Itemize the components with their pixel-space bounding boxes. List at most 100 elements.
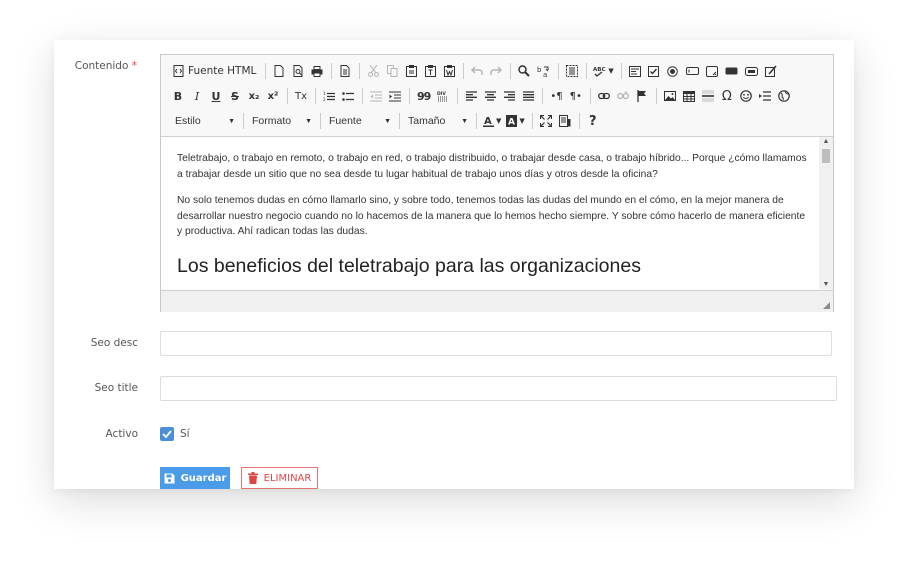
replace-button[interactable]: ba xyxy=(534,61,553,81)
delete-button[interactable]: ELIMINAR xyxy=(241,467,318,489)
scroll-up-icon[interactable]: ▲ xyxy=(819,138,833,145)
button-icon xyxy=(744,66,758,76)
toolbar-separator xyxy=(457,88,459,104)
cut-button[interactable] xyxy=(364,61,382,81)
strike-button[interactable]: S xyxy=(226,86,244,106)
anchor-button[interactable] xyxy=(633,86,651,106)
save-icon xyxy=(164,473,175,483)
svg-text:a: a xyxy=(543,71,547,77)
editor-content[interactable]: Teletrabajo, o trabajo en remoto, o trab… xyxy=(161,137,819,289)
justify-button[interactable] xyxy=(519,86,537,106)
print-button[interactable] xyxy=(308,61,326,81)
show-blocks-button[interactable] xyxy=(556,111,574,131)
textfield-button[interactable] xyxy=(683,61,702,81)
seo-title-label: Seo title xyxy=(94,382,138,394)
find-button[interactable] xyxy=(515,61,533,81)
new-page-icon xyxy=(274,65,284,77)
image-button[interactable] xyxy=(661,86,679,106)
chevron-down-icon: ▼ xyxy=(608,67,614,75)
save-button[interactable]: Guardar xyxy=(160,467,230,489)
spellcheck-icon: ABC xyxy=(593,67,606,77)
svg-text:1: 1 xyxy=(323,91,326,96)
smiley-button[interactable] xyxy=(737,86,755,106)
undo-button[interactable] xyxy=(468,61,486,81)
div-icon: DIV xyxy=(437,91,449,102)
editor-scrollbar[interactable]: ▲ ▼ xyxy=(819,137,833,289)
bulleted-list-button[interactable] xyxy=(339,86,357,106)
copy-button[interactable] xyxy=(383,61,401,81)
font-combo[interactable]: Fuente ▼ xyxy=(323,112,395,130)
special-char-button[interactable]: Ω xyxy=(718,86,736,106)
scrollbar-thumb[interactable] xyxy=(822,149,830,163)
underline-button[interactable]: U xyxy=(207,86,225,106)
preview-button[interactable] xyxy=(289,61,307,81)
select-button[interactable] xyxy=(722,61,741,81)
contenido-label: Contenido * xyxy=(74,60,137,72)
checkbox-button[interactable] xyxy=(645,61,663,81)
maximize-button[interactable] xyxy=(537,111,555,131)
unlink-button[interactable] xyxy=(614,86,632,106)
chevron-down-icon: ▼ xyxy=(305,117,312,125)
style-combo[interactable]: Estilo ▼ xyxy=(169,112,239,130)
source-html-button[interactable]: Fuente HTML xyxy=(169,61,260,81)
text-color-button[interactable]: A ▼ xyxy=(481,111,503,131)
activo-checkbox-label[interactable]: Sí xyxy=(180,428,190,440)
superscript-button[interactable]: x² xyxy=(264,86,282,106)
paste-word-button[interactable] xyxy=(440,61,458,81)
form-button[interactable] xyxy=(626,61,644,81)
textarea-button[interactable] xyxy=(703,61,721,81)
text-color-icon: A xyxy=(483,116,494,127)
maximize-icon xyxy=(539,115,552,127)
search-icon xyxy=(518,65,531,77)
toolbar-separator xyxy=(399,113,400,129)
ltr-icon: •¶ xyxy=(550,90,563,102)
scroll-down-icon[interactable]: ▼ xyxy=(819,281,833,288)
align-right-button[interactable] xyxy=(500,86,518,106)
spellcheck-button[interactable]: ABC ▼ xyxy=(591,61,615,81)
table-button[interactable] xyxy=(680,86,698,106)
remove-format-button[interactable]: Tx xyxy=(292,86,310,106)
help-button[interactable]: ? xyxy=(584,111,602,131)
bulleted-list-icon xyxy=(342,91,355,101)
radio-button-tool[interactable] xyxy=(664,61,682,81)
align-left-button[interactable] xyxy=(462,86,480,106)
align-center-button[interactable] xyxy=(481,86,499,106)
resize-grip-icon[interactable] xyxy=(823,302,830,309)
seo-desc-label: Seo desc xyxy=(90,337,138,349)
redo-button[interactable] xyxy=(487,61,505,81)
numbered-list-button[interactable]: 12 xyxy=(320,86,338,106)
hidden-field-button[interactable] xyxy=(762,61,780,81)
bold-button[interactable]: B xyxy=(169,86,187,106)
background-color-button[interactable]: A ▼ xyxy=(504,111,526,131)
paste-text-button[interactable] xyxy=(421,61,439,81)
svg-text:DIV: DIV xyxy=(437,91,446,97)
toolbar-row-2: B I U S x₂ x² Tx 12 99 DIV •¶ ¶• Ω xyxy=(169,85,794,107)
rtl-button[interactable]: ¶• xyxy=(567,86,585,106)
select-all-button[interactable] xyxy=(563,61,581,81)
toolbar-separator xyxy=(620,63,622,79)
activo-checkbox[interactable] xyxy=(160,427,174,441)
link-button[interactable] xyxy=(595,86,613,106)
iframe-button[interactable] xyxy=(775,86,793,106)
subscript-button[interactable]: x₂ xyxy=(245,86,263,106)
seo-desc-input[interactable] xyxy=(160,331,832,356)
ltr-button[interactable]: •¶ xyxy=(547,86,565,106)
div-container-button[interactable]: DIV xyxy=(434,86,452,106)
page-break-button[interactable] xyxy=(756,86,774,106)
italic-button[interactable]: I xyxy=(188,86,206,106)
templates-button[interactable] xyxy=(336,61,354,81)
paste-button[interactable] xyxy=(402,61,420,81)
seo-title-input[interactable] xyxy=(160,376,837,401)
toolbar-separator xyxy=(476,113,477,129)
new-page-button[interactable] xyxy=(270,61,288,81)
format-combo[interactable]: Formato ▼ xyxy=(246,112,316,130)
indent-button[interactable] xyxy=(386,86,404,106)
blockquote-button[interactable]: 99 xyxy=(414,86,433,106)
numbered-list-icon: 12 xyxy=(323,91,336,102)
button-tool[interactable] xyxy=(742,61,761,81)
horizontal-rule-button[interactable] xyxy=(699,86,717,106)
size-combo[interactable]: Tamaño ▼ xyxy=(402,112,472,130)
outdent-button[interactable] xyxy=(367,86,385,106)
editor-paragraph-1: Teletrabajo, o trabajo en remoto, o trab… xyxy=(177,153,807,180)
print-icon xyxy=(311,65,323,77)
